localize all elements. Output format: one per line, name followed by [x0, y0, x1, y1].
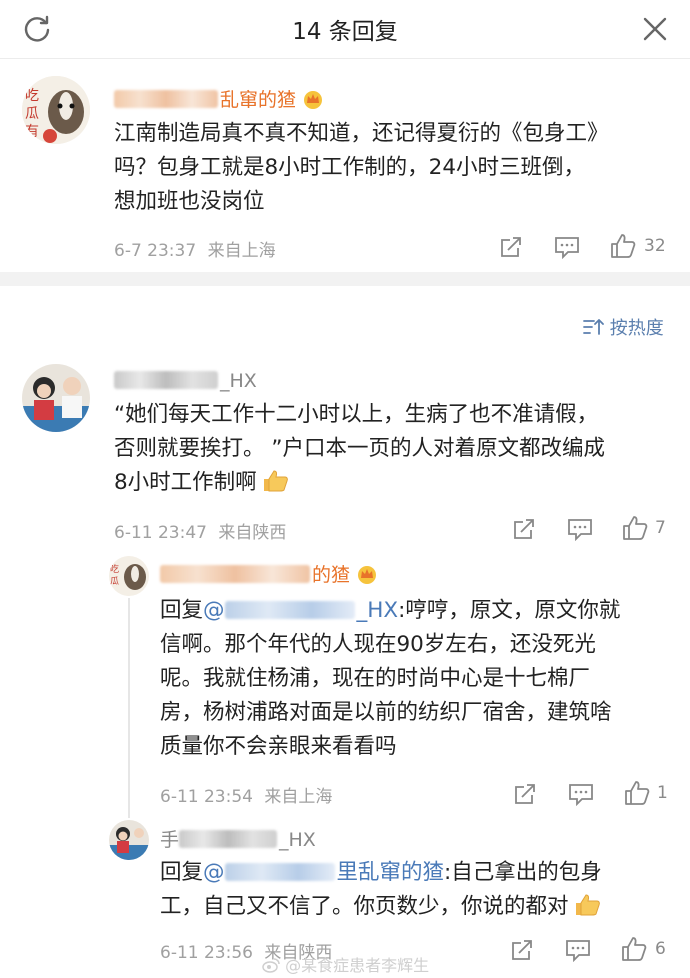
- comment-text: “她们每天工作十二小时以上，生病了也不准请假， 否则就要挨打。 ”户口本一页的人…: [114, 398, 674, 500]
- share-icon[interactable]: [513, 782, 537, 806]
- svg-text:瓜: 瓜: [110, 576, 119, 586]
- username-text: _HX: [220, 370, 257, 392]
- like-icon[interactable]: [622, 515, 648, 541]
- watermark: @某食症患者李辉生: [262, 952, 429, 976]
- thread-line: [128, 598, 130, 818]
- comment-icon[interactable]: [554, 235, 580, 259]
- comment-line: 回复@ 里乱窜的猹:自己拿出的包身: [160, 856, 680, 890]
- crown-badge-icon: [358, 566, 377, 584]
- location: 来自陕西: [218, 523, 287, 543]
- comment-line: 江南制造局真不真不知道，还记得夏衍的《包身工》: [114, 121, 609, 146]
- like-icon[interactable]: [621, 936, 647, 962]
- comment-meta: 6-11 23:54 来自上海: [160, 782, 332, 807]
- comment-meta: 6-11 23:47 来自陕西: [114, 518, 286, 543]
- share-icon[interactable]: [510, 938, 534, 962]
- mention-text: 里乱窜的猹: [336, 860, 445, 885]
- comment-line: “她们每天工作十二小时以上，生病了也不准请假，: [114, 402, 599, 427]
- comment-line: 回复@ _HX:哼哼，原文，原文你就: [160, 594, 680, 628]
- username[interactable]: _HX: [114, 370, 257, 392]
- username[interactable]: 手 _HX: [160, 825, 316, 852]
- timestamp: 6-11 23:54: [160, 787, 253, 807]
- mention-at: @: [203, 860, 225, 885]
- username-text: _HX: [279, 829, 316, 851]
- sort-icon: [583, 319, 604, 335]
- username[interactable]: 乱窜的猹: [114, 85, 324, 112]
- comment-line: 吗？包身工就是8小时工作制的，24小时三班倒，: [114, 155, 586, 180]
- share-icon[interactable]: [512, 517, 536, 541]
- crown-badge-icon: [304, 91, 323, 109]
- comment-line: 信啊。那个年代的人现在90岁左右，还没死光: [160, 632, 596, 657]
- username-text: 的猹: [312, 564, 351, 586]
- timestamp: 6-11 23:47: [114, 523, 207, 543]
- svg-text:瓜: 瓜: [25, 105, 39, 121]
- thumbs-up-emoji-icon: [263, 470, 288, 492]
- username-text: 乱窜的猹: [220, 89, 297, 111]
- reply-prefix: 回复: [160, 860, 204, 885]
- username-blur: [160, 565, 310, 583]
- avatar[interactable]: [22, 364, 90, 432]
- mention-text: _HX: [356, 598, 399, 623]
- comment-icon[interactable]: [567, 517, 593, 541]
- reply-text: :哼哼，原文，原文你就: [398, 598, 621, 623]
- comment-line: 呢。我就住杨浦，现在的时尚中心是十七棉厂: [160, 666, 591, 691]
- mention-link[interactable]: @ 里乱窜的猹: [203, 860, 444, 885]
- watermark-text: @某食症患者李辉生: [285, 956, 430, 975]
- comment-line: 8小时工作制啊: [114, 466, 674, 500]
- comment-line: 质量你不会亲眼来看看吗: [160, 734, 397, 759]
- comment-line: 想加班也没岗位: [114, 189, 265, 214]
- comment-icon[interactable]: [565, 938, 591, 962]
- username[interactable]: 的猹: [160, 560, 378, 587]
- username-blur: [114, 90, 218, 108]
- svg-text:吃: 吃: [110, 563, 119, 574]
- sort-label: 按热度: [609, 318, 664, 339]
- reply-text: :自己拿出的包身: [444, 860, 602, 885]
- close-icon[interactable]: [642, 16, 668, 42]
- comment-line: 工，自己又不信了。你页数少，你说的都对: [160, 890, 680, 924]
- comment-text: 回复@ 里乱窜的猹:自己拿出的包身 工，自己又不信了。你页数少，你说的都对: [160, 856, 680, 924]
- thumbs-up-emoji-icon: [575, 894, 600, 916]
- location: 来自上海: [264, 787, 333, 807]
- comment-meta: 6-7 23:37 来自上海: [114, 236, 276, 261]
- section-separator: [0, 272, 690, 286]
- mention-blur: [224, 601, 355, 619]
- location: 来自上海: [207, 241, 276, 261]
- comment-text: 回复@ _HX:哼哼，原文，原文你就 信啊。那个年代的人现在90岁左右，还没死光 …: [160, 594, 680, 764]
- mention-at: @: [203, 598, 225, 623]
- svg-text:有: 有: [25, 123, 39, 139]
- comment-line-text: 8小时工作制啊: [114, 470, 257, 495]
- avatar[interactable]: 吃 瓜: [109, 556, 149, 596]
- username-prefix: 手: [160, 829, 180, 851]
- comment-icon[interactable]: [568, 782, 594, 806]
- timestamp: 6-7 23:37: [114, 241, 197, 261]
- username-blur: [114, 371, 218, 389]
- sort-button[interactable]: 按热度: [582, 314, 664, 340]
- comment-line-text: 工，自己又不信了。你页数少，你说的都对: [160, 894, 569, 919]
- comment-line: 否则就要挨打。 ”户口本一页的人对着原文都改编成: [114, 436, 605, 461]
- like-count: 1: [657, 783, 668, 803]
- avatar[interactable]: [109, 820, 149, 860]
- username-blur: [179, 830, 278, 848]
- avatar[interactable]: 吃 瓜 有: [22, 76, 90, 144]
- comment-text: 江南制造局真不真不知道，还记得夏衍的《包身工》 吗？包身工就是8小时工作制的，2…: [114, 117, 674, 219]
- svg-text:吃: 吃: [25, 87, 39, 103]
- like-count: 7: [655, 518, 666, 538]
- like-count: 6: [655, 939, 666, 959]
- header-bar: 14 条回复: [0, 0, 690, 59]
- like-icon[interactable]: [624, 780, 650, 806]
- weibo-logo-icon: [262, 958, 280, 973]
- comment-line: 房，杨树浦路对面是以前的纺织厂宿舍，建筑啥: [160, 700, 612, 725]
- reply-prefix: 回复: [160, 598, 204, 623]
- like-count: 32: [644, 236, 666, 256]
- page-title: 14 条回复: [292, 19, 398, 45]
- mention-link[interactable]: @ _HX: [203, 598, 398, 623]
- like-icon[interactable]: [610, 233, 636, 259]
- share-icon[interactable]: [499, 235, 523, 259]
- mention-blur: [224, 863, 335, 881]
- timestamp: 6-11 23:56: [160, 943, 253, 963]
